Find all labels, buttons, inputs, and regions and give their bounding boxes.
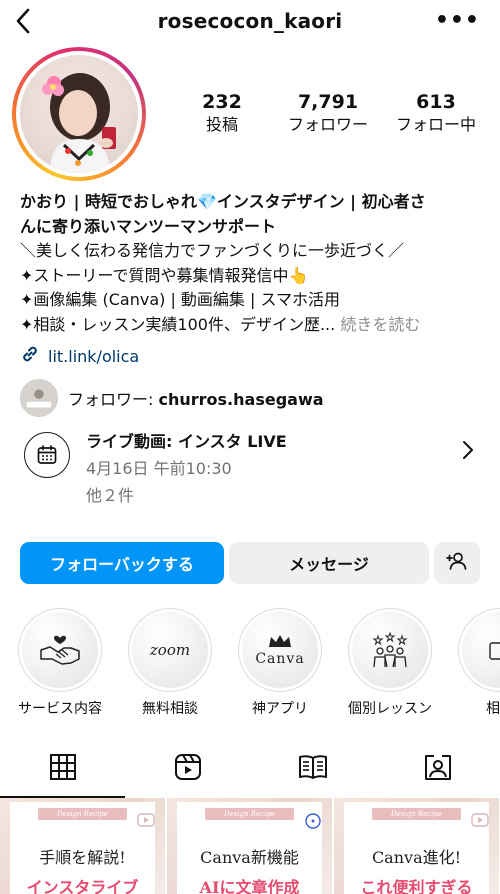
followers-count-value: 7,791: [297, 91, 359, 113]
highlight-free-consult[interactable]: zoom 無料相談: [120, 608, 220, 718]
story-ring[interactable]: [12, 47, 146, 181]
tab-grid[interactable]: [0, 740, 125, 798]
handshake-icon: [22, 612, 98, 688]
profile-link[interactable]: lit.link/olica: [20, 344, 139, 368]
reels-icon: [174, 753, 202, 785]
bio-line6: ✦相談・レッスン実績100件、デザイン歴...: [20, 314, 336, 334]
posts-count-label: 投稿: [205, 115, 238, 134]
calendar-icon: [24, 432, 70, 478]
mug-icon: [462, 612, 500, 688]
highlight-cover: Canva: [238, 608, 322, 692]
bio-title-line2: んに寄り添いマンツーマンサポート: [20, 216, 277, 236]
highlight-consult[interactable]: 相談: [450, 608, 500, 718]
followed-by-row[interactable]: フォロワー: churros.hasegawa: [20, 378, 324, 418]
highlight-cover: zoom: [128, 608, 212, 692]
post-thumbnail[interactable]: Design Recipe Canva進化! これ便利すぎる: [334, 798, 499, 894]
highlight-cover: [458, 608, 500, 692]
highlight-service[interactable]: サービス内容: [10, 608, 110, 718]
post-title: 手順を解説!: [39, 848, 126, 867]
crown-icon: Canva: [242, 612, 318, 688]
followed-by-prefix: フォロワー:: [68, 390, 159, 409]
avatar[interactable]: [20, 55, 138, 173]
message-button[interactable]: メッセージ: [229, 542, 429, 584]
followed-by-text: フォロワー: churros.hasegawa: [68, 386, 324, 410]
follow-back-button[interactable]: フォローバックする: [20, 542, 224, 584]
post-title: Canva進化!: [371, 848, 462, 867]
bio-line5: ✦画像編集 (Canva) | 動画編集 | スマホ活用: [20, 290, 341, 309]
bio-line6-row: ✦相談・レッスン実績100件、デザイン歴... 続きを読む: [20, 313, 490, 338]
add-user-icon: [446, 551, 468, 575]
profile-tabs: [0, 740, 500, 798]
post-ribbon: Design Recipe: [205, 808, 294, 820]
highlight-label: サービス内容: [18, 701, 102, 717]
posts-count-value: 232: [202, 91, 242, 113]
team-stars-icon: [352, 612, 428, 688]
highlight-label: 無料相談: [142, 701, 198, 717]
post-subtitle: これ便利すぎる: [360, 878, 473, 894]
post-ribbon: Design Recipe: [372, 808, 461, 820]
profile-actions: フォローバックする メッセージ: [20, 542, 480, 584]
follower-avatar: [20, 379, 58, 417]
post-thumbnail[interactable]: Design Recipe Canva新機能 AIに文章作成: [167, 798, 332, 894]
link-icon: [20, 344, 40, 368]
following-count[interactable]: 613 フォロー中: [386, 90, 486, 136]
bio-line3: ＼美しく伝わる発信力でファンづくりに一歩近づく／: [20, 241, 405, 260]
highlight-label: 個別レッスン: [348, 701, 432, 717]
highlight-cover: [18, 608, 102, 692]
following-count-label: フォロー中: [395, 115, 476, 134]
profile-stats: 232 投稿 7,791 フォロワー 613 フォロー中: [180, 90, 490, 140]
followers-count-label: フォロワー: [287, 115, 368, 134]
following-count-value: 613: [416, 91, 456, 113]
reel-badge-icon: [304, 812, 322, 834]
avatar-gap: [16, 51, 142, 177]
bio-title-line1: かおり | 時短でおしゃれ💎インスタデザイン | 初心者さ: [20, 192, 426, 211]
chevron-right-icon[interactable]: [462, 440, 474, 464]
reel-badge-icon: [137, 812, 155, 831]
highlight-cover-text: Canva: [255, 651, 305, 667]
highlight-cover-text: zoom: [149, 641, 191, 659]
event-title: ライブ動画: インスタ LIVE: [86, 432, 287, 451]
profile-username: rosecocon_kaori: [157, 9, 343, 33]
highlight-cover: [348, 608, 432, 692]
post-thumbnail[interactable]: Design Recipe 手順を解説! インスタライブ: [0, 798, 165, 894]
reel-badge-icon: [471, 812, 489, 831]
posts-count[interactable]: 232 投稿: [180, 90, 264, 136]
story-highlights: サービス内容 zoom 無料相談 Canva 神アプリ 個別レッスン 相談: [0, 608, 500, 728]
highlight-private-lesson[interactable]: 個別レッスン: [340, 608, 440, 718]
post-subtitle: インスタライブ: [26, 878, 139, 894]
tab-reels[interactable]: [125, 740, 250, 798]
more-horizontal-icon[interactable]: •••: [435, 10, 480, 32]
follower-avatar-icon: [21, 380, 57, 416]
top-bar: rosecocon_kaori •••: [0, 0, 500, 44]
post-title: Canva新機能: [200, 848, 299, 867]
tab-guides[interactable]: [250, 740, 375, 798]
grid-icon: [49, 753, 77, 785]
post-ribbon: Design Recipe: [38, 808, 127, 820]
zoom-text-icon: zoom: [132, 612, 208, 688]
event-datetime: 4月16日 午前10:30: [86, 459, 232, 478]
guides-icon: [298, 753, 328, 785]
highlight-apps[interactable]: Canva 神アプリ: [230, 608, 330, 718]
post-grid: Design Recipe 手順を解説! インスタライブ Design Reci…: [0, 798, 500, 894]
upcoming-event[interactable]: ライブ動画: インスタ LIVE 4月16日 午前10:30 他２件: [20, 424, 490, 510]
profile-link-text[interactable]: lit.link/olica: [48, 347, 139, 366]
highlight-label: 神アプリ: [252, 701, 308, 717]
followed-by-name[interactable]: churros.hasegawa: [158, 390, 323, 409]
avatar-portrait-icon: [42, 73, 116, 173]
tagged-icon: [424, 753, 452, 785]
tab-tagged[interactable]: [375, 740, 500, 798]
highlight-label: 相談: [486, 701, 500, 717]
add-user-button[interactable]: [434, 542, 480, 584]
profile-bio: かおり | 時短でおしゃれ💎インスタデザイン | 初心者さ んに寄り添いマンツー…: [20, 190, 490, 337]
bio-line4: ✦ストーリーで質問や募集情報発信中👆: [20, 265, 309, 285]
followers-count[interactable]: 7,791 フォロワー: [276, 90, 380, 136]
post-subtitle: AIに文章作成: [199, 878, 300, 894]
event-others: 他２件: [86, 486, 135, 505]
bio-read-more-link[interactable]: 続きを読む: [340, 315, 420, 334]
